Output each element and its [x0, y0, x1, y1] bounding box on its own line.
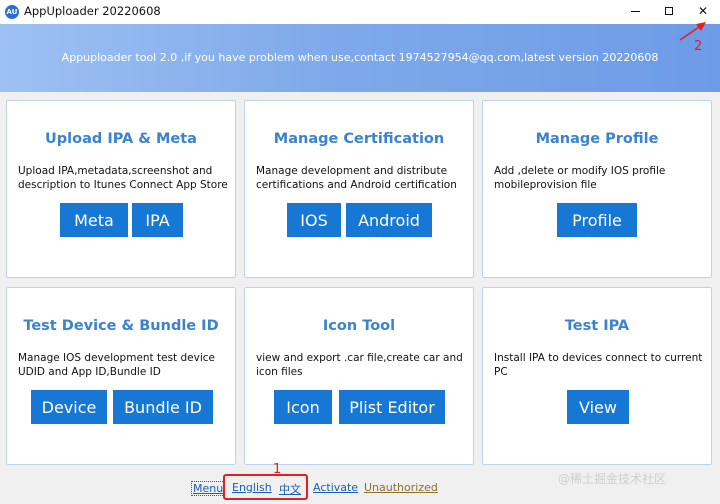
- card-description: Upload IPA,metadata,screenshot and descr…: [18, 165, 228, 191]
- watermark: @稀土掘金技术社区: [558, 472, 667, 486]
- maximize-button[interactable]: [652, 0, 686, 22]
- card-description: Add ,delete or modify IOS profile mobile…: [494, 165, 666, 191]
- meta-button[interactable]: Meta: [60, 203, 128, 237]
- card-description: Install IPA to devices connect to curren…: [494, 352, 703, 378]
- card-title: Test IPA: [564, 318, 630, 334]
- icon-button[interactable]: Icon: [274, 390, 332, 424]
- card-upload-ipa-meta: Upload IPA & Meta Upload IPA,metadata,sc…: [6, 100, 236, 278]
- card-test-ipa: Test IPA Install IPA to devices connect …: [482, 287, 712, 465]
- plist-editor-button[interactable]: Plist Editor: [339, 390, 445, 424]
- activate-link[interactable]: Activate: [313, 481, 358, 494]
- title-bar: AU AppUploader 20220608 ✕: [0, 0, 720, 24]
- card-manage-certification: Manage Certification Manage development …: [244, 100, 474, 278]
- window-title: AppUploader 20220608: [24, 4, 161, 18]
- unauthorized-link[interactable]: Unauthorized: [364, 481, 438, 494]
- card-manage-profile: Manage Profile Add ,delete or modify IOS…: [482, 100, 712, 278]
- card-title: Upload IPA & Meta: [45, 131, 197, 147]
- banner-text: Appuploader tool 2.0 ,if you have proble…: [61, 51, 659, 64]
- menu-link[interactable]: Menu: [191, 481, 226, 496]
- annotation-highlight-box: [223, 474, 308, 500]
- header-banner: Appuploader tool 2.0 ,if you have proble…: [0, 24, 720, 92]
- card-test-device-bundle-id: Test Device & Bundle ID Manage IOS devel…: [6, 287, 236, 465]
- card-description: Manage IOS development test device UDID …: [18, 352, 216, 378]
- annotation-marker-1: 1: [273, 462, 282, 477]
- minimize-icon: [630, 10, 640, 12]
- android-button[interactable]: Android: [346, 203, 432, 237]
- close-icon: ✕: [697, 4, 709, 18]
- bundle-id-button[interactable]: Bundle ID: [113, 390, 213, 424]
- device-button[interactable]: Device: [31, 390, 107, 424]
- app-logo-icon: AU: [5, 5, 19, 19]
- profile-button[interactable]: Profile: [557, 203, 637, 237]
- card-title: Manage Certification: [273, 131, 445, 147]
- card-icon-tool: Icon Tool view and export .car file,crea…: [244, 287, 474, 465]
- ios-button[interactable]: IOS: [287, 203, 341, 237]
- card-description: view and export .car file,create car and…: [256, 352, 463, 378]
- view-button[interactable]: View: [567, 390, 629, 424]
- ipa-button[interactable]: IPA: [132, 203, 183, 237]
- minimize-button[interactable]: [618, 0, 652, 22]
- maximize-icon: [665, 7, 673, 15]
- card-title: Manage Profile: [535, 131, 659, 147]
- card-title: Test Device & Bundle ID: [23, 318, 219, 334]
- card-title: Icon Tool: [322, 318, 396, 334]
- annotation-marker-2: 2: [694, 39, 703, 54]
- card-description: Manage development and distribute certif…: [256, 165, 457, 191]
- close-button[interactable]: ✕: [686, 0, 720, 22]
